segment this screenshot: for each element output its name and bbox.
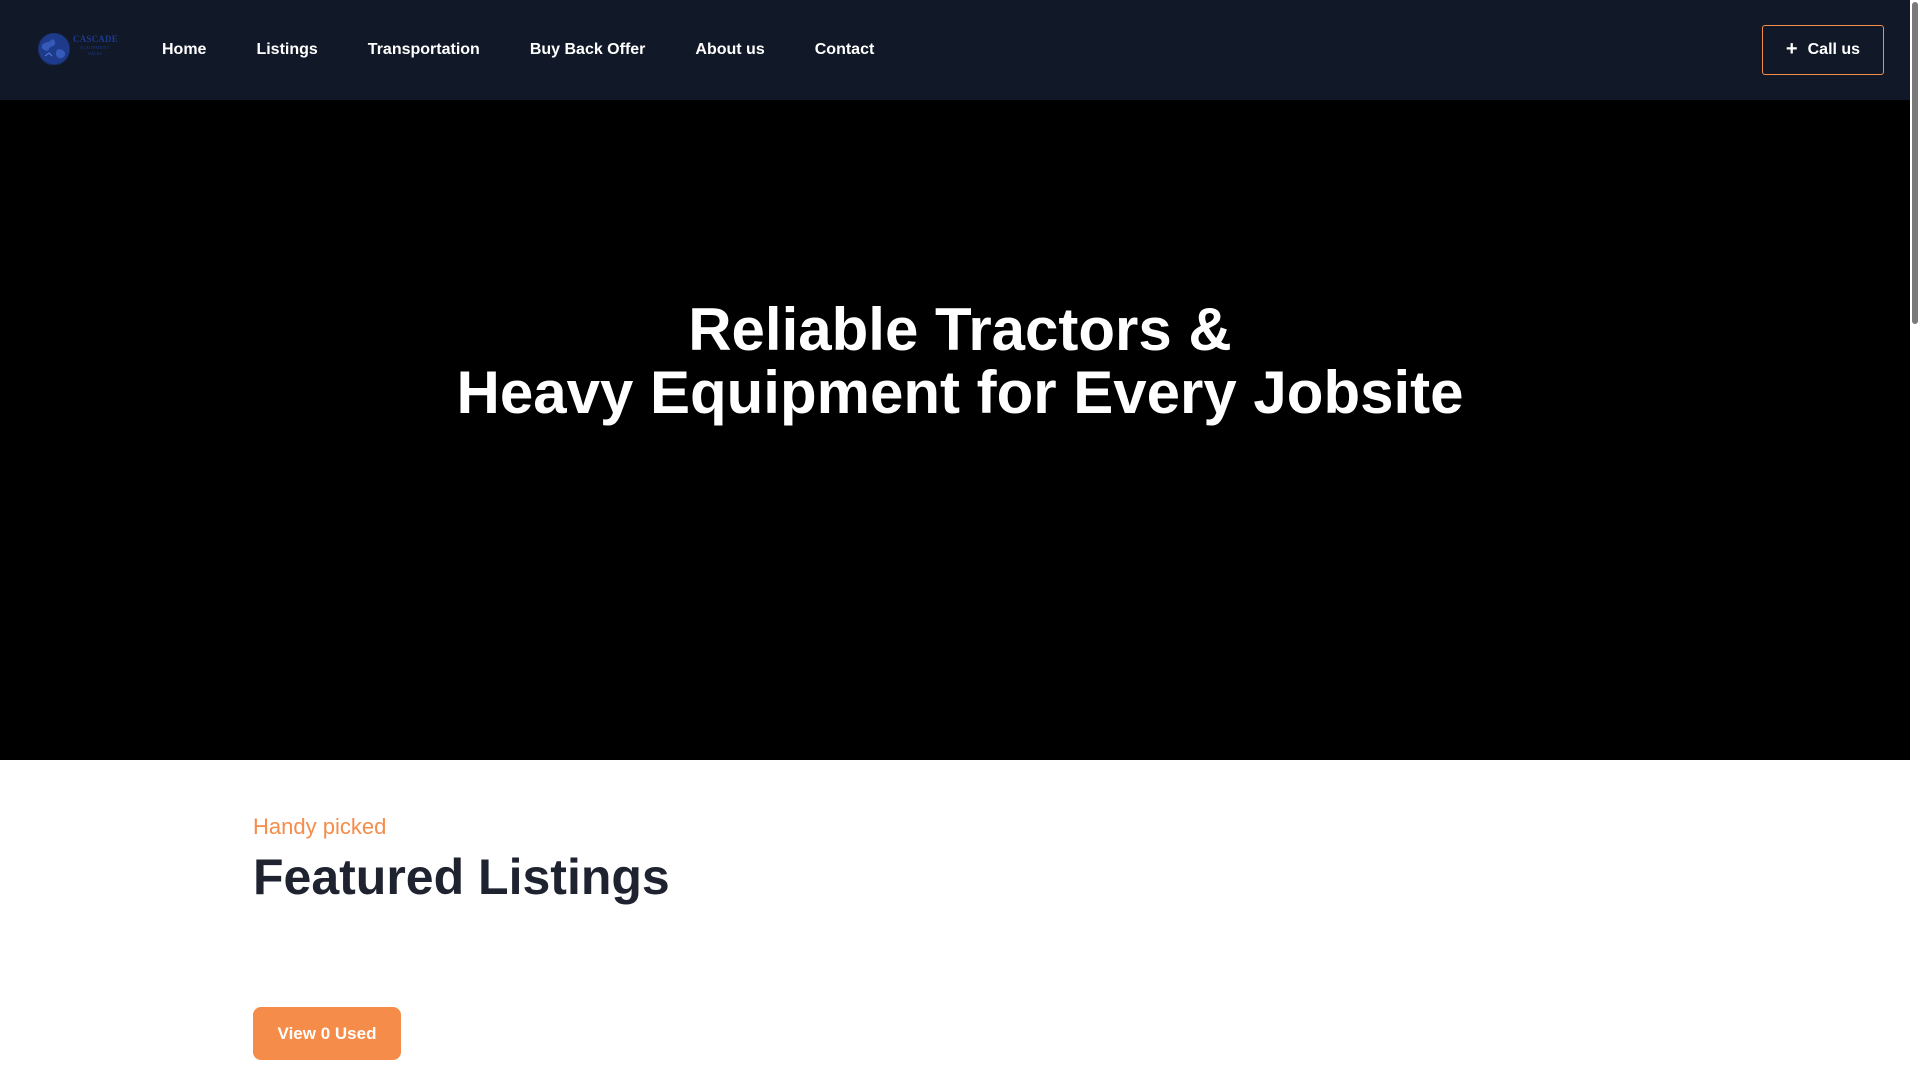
nav-link-buy-back-offer[interactable]: Buy Back Offer: [530, 41, 646, 59]
section-title: Featured Listings: [253, 849, 670, 905]
logo-line-1: CASCADE: [73, 34, 118, 44]
logo-text: CASCADE EQUIPMENT SALES: [73, 34, 118, 56]
nav-link-home[interactable]: Home: [162, 41, 206, 59]
nav-link-transportation[interactable]: Transportation: [368, 41, 480, 59]
call-us-label: Call us: [1807, 41, 1861, 58]
hero-section: Reliable Tractors & Heavy Equipment for …: [0, 100, 1920, 760]
page-content: CASCADE EQUIPMENT SALES Home Listings Tr…: [0, 0, 1920, 1080]
page: CASCADE EQUIPMENT SALES Home Listings Tr…: [0, 0, 1920, 1080]
main-nav: Home Listings Transportation Buy Back Of…: [162, 0, 924, 100]
scrollbar-thumb[interactable]: [1912, 2, 1918, 324]
page-scrollbar[interactable]: [1910, 0, 1920, 1080]
nav-link-contact[interactable]: Contact: [815, 41, 875, 59]
call-us-button[interactable]: + Call us: [1762, 25, 1884, 75]
navbar: CASCADE EQUIPMENT SALES Home Listings Tr…: [0, 0, 1920, 100]
hero-title-line-1: Reliable Tractors &: [688, 296, 1232, 363]
hero-title: Reliable Tractors & Heavy Equipment for …: [0, 298, 1920, 424]
section-eyebrow: Handy picked: [253, 814, 387, 839]
view-used-button[interactable]: View 0 Used: [253, 1007, 401, 1060]
nav-link-about-us[interactable]: About us: [695, 41, 764, 59]
logo[interactable]: CASCADE EQUIPMENT SALES: [37, 30, 118, 68]
hero-title-line-2: Heavy Equipment for Every Jobsite: [456, 359, 1464, 426]
logo-line-2: EQUIPMENT: [80, 45, 110, 50]
logo-globe-icon: [38, 33, 70, 65]
nav-link-listings[interactable]: Listings: [256, 41, 317, 59]
plus-icon: +: [1785, 38, 1798, 60]
logo-line-3: SALES: [88, 50, 102, 56]
